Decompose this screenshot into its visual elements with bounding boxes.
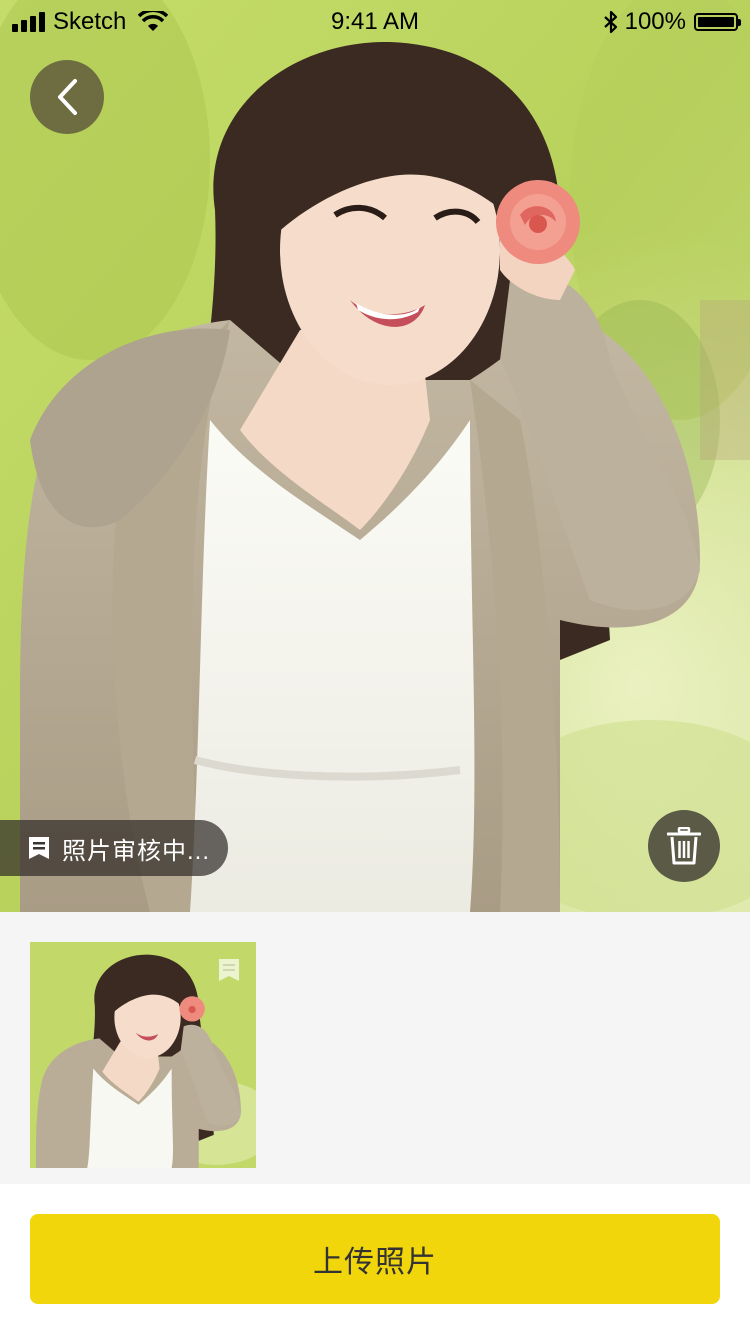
battery-icon	[694, 13, 741, 31]
flag-icon	[29, 837, 49, 859]
status-bar: Sketch 9:41 AM 100%	[0, 0, 750, 44]
main-photo	[0, 0, 750, 912]
review-status-badge: 照片审核中...	[0, 820, 228, 876]
upload-photo-button[interactable]: 上传照片	[30, 1214, 720, 1304]
photo-thumbnail[interactable]	[30, 942, 256, 1168]
back-button[interactable]	[30, 60, 104, 134]
thumbnail-strip	[0, 912, 750, 1184]
bottom-action-bar: 上传照片	[0, 1184, 750, 1334]
battery-percent: 100%	[624, 8, 686, 35]
bluetooth-icon	[603, 10, 617, 34]
chevron-left-icon	[58, 79, 77, 115]
flag-icon	[219, 959, 239, 981]
photo-review-screen: Sketch 9:41 AM 100% 照片审核中... 上传照片	[0, 0, 750, 1334]
status-right: 100%	[603, 8, 741, 36]
review-status-text: 照片审核中...	[62, 837, 211, 865]
delete-button[interactable]	[648, 810, 720, 882]
trash-icon	[667, 827, 701, 865]
